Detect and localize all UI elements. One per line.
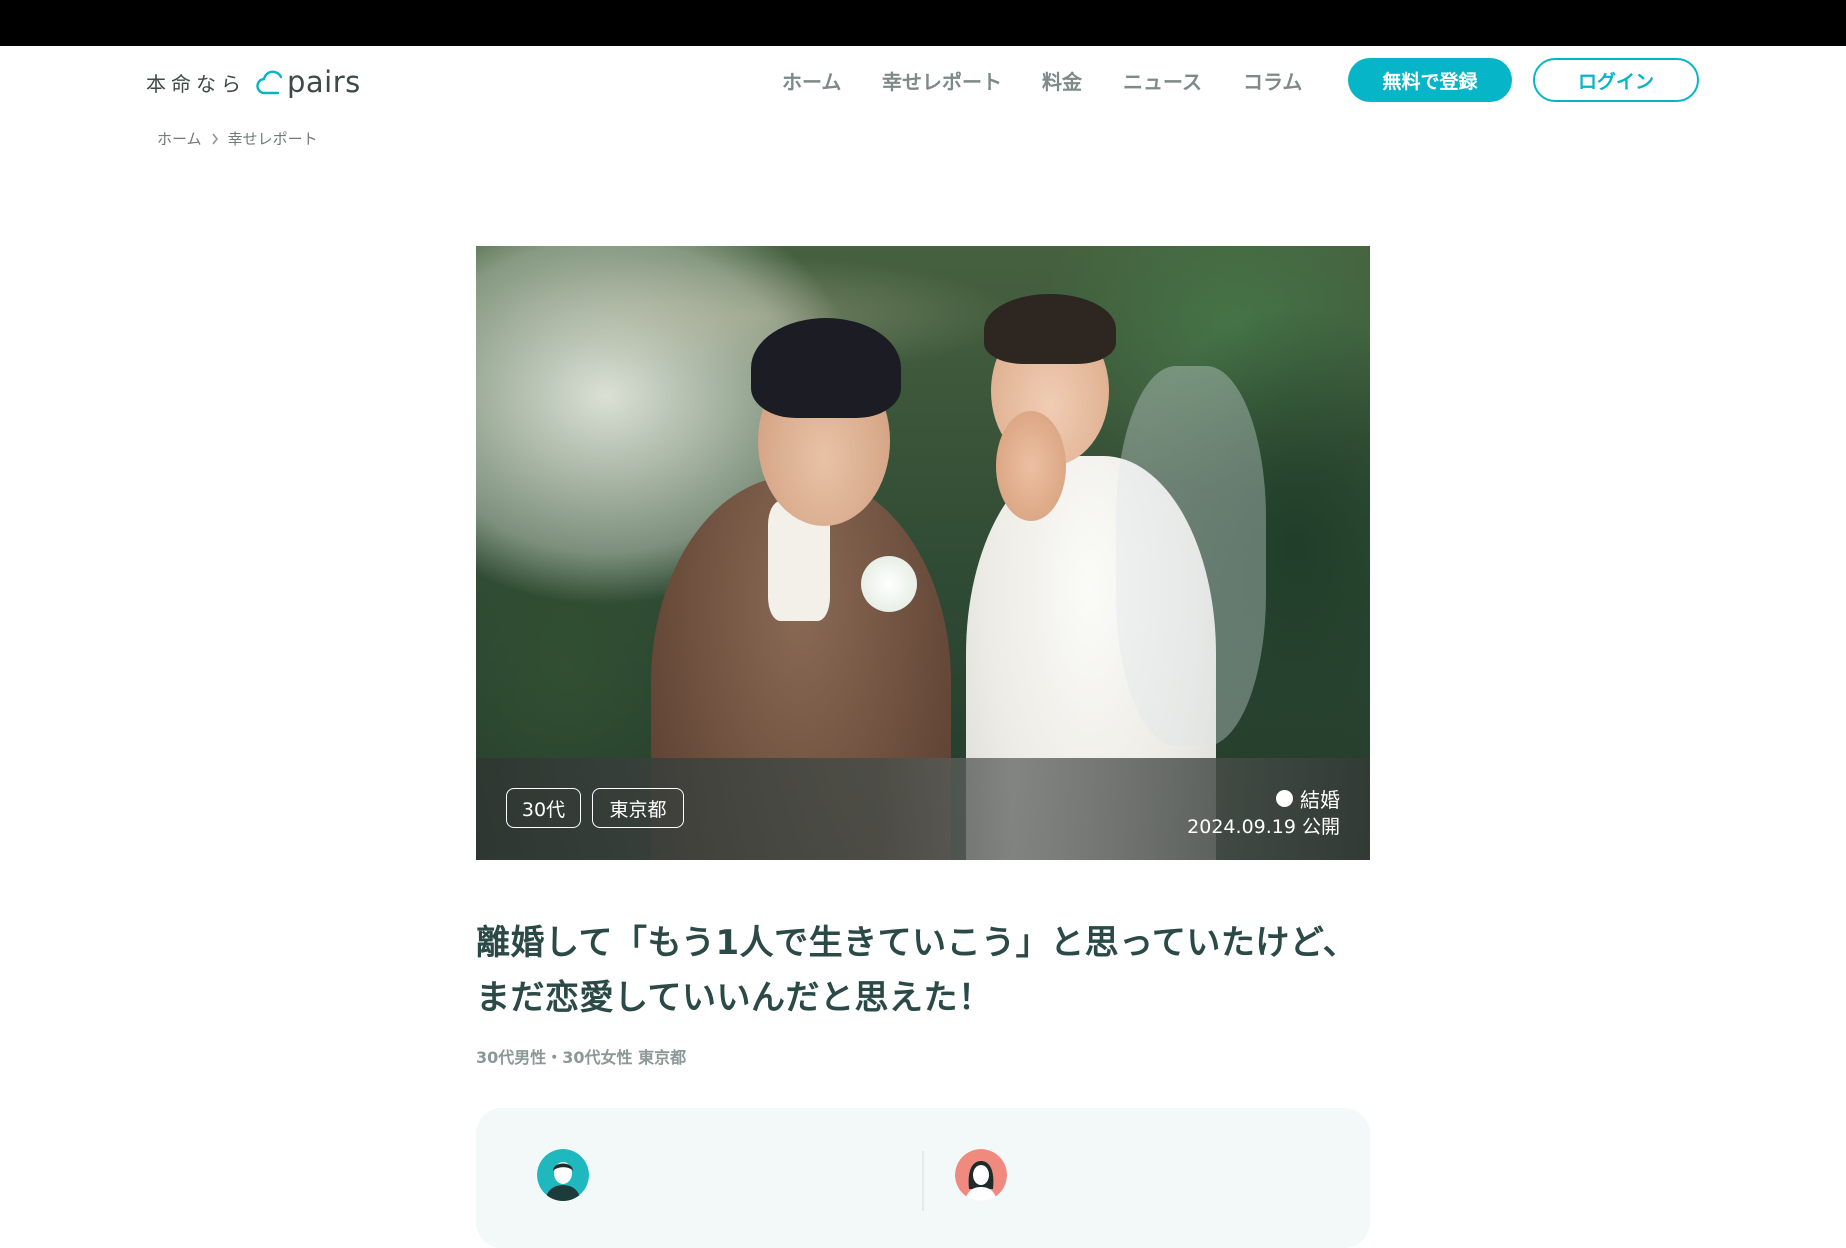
- profile-divider: [922, 1151, 924, 1211]
- photo-boutonniere: [861, 556, 917, 612]
- nav-news[interactable]: ニュース: [1123, 64, 1202, 96]
- breadcrumb-home[interactable]: ホーム: [157, 128, 202, 149]
- photo-bride-veil: [1116, 366, 1266, 746]
- status-label: 結婚: [1276, 784, 1340, 813]
- pairs-logo[interactable]: 本命なら pairs: [146, 62, 361, 102]
- cloud-logo-icon: [256, 70, 283, 95]
- photo-groom-hair: [751, 318, 901, 418]
- tag-location[interactable]: 東京都: [592, 788, 684, 828]
- chevron-right-icon: [202, 131, 228, 147]
- status-dot-icon: [1276, 790, 1293, 807]
- logo-tagline: 本命なら: [146, 71, 246, 96]
- hero-photo: 30代 東京都 結婚 2024.09.19 公開: [476, 246, 1370, 860]
- breadcrumb-happy-reports[interactable]: 幸せレポート: [228, 128, 318, 149]
- login-button[interactable]: ログイン: [1533, 58, 1699, 102]
- top-black-band: [0, 0, 1846, 46]
- female-avatar-icon: [955, 1149, 1007, 1201]
- article-title: 離婚して「もう1人で生きていこう」と思っていたけど、 まだ恋愛していいんだと思え…: [476, 916, 1376, 1026]
- article-meta: 30代男性・30代女性 東京都: [476, 1048, 687, 1067]
- published-date: 2024.09.19 公開: [1187, 816, 1340, 838]
- breadcrumb: ホーム 幸せレポート: [157, 128, 318, 149]
- tag-age[interactable]: 30代: [506, 788, 581, 828]
- nav-pricing[interactable]: 料金: [1042, 64, 1082, 96]
- nav-column[interactable]: コラム: [1243, 64, 1302, 96]
- photo-hands: [996, 411, 1066, 521]
- article-title-line1: 離婚して「もう1人で生きていこう」と思っていたけど、: [476, 923, 1358, 963]
- article-title-line2: まだ恋愛していいんだと思えた！: [476, 978, 993, 1018]
- male-avatar-icon: [537, 1149, 589, 1201]
- logo-wordmark: pairs: [287, 65, 361, 99]
- nav-happy-reports[interactable]: 幸せレポート: [882, 64, 1002, 96]
- photo-bride-hair: [984, 294, 1116, 364]
- nav-home[interactable]: ホーム: [782, 64, 841, 96]
- register-button[interactable]: 無料で登録: [1348, 58, 1512, 102]
- status-text: 結婚: [1300, 788, 1340, 812]
